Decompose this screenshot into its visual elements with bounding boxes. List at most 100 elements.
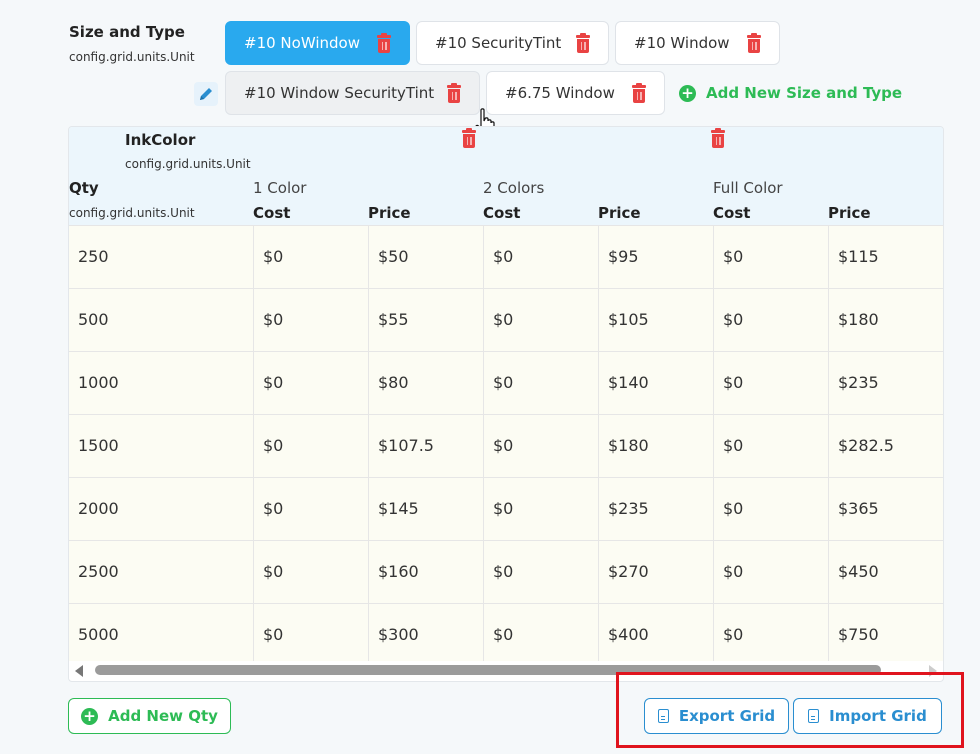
- cost-cell[interactable]: $0: [713, 226, 828, 288]
- column-header: Cost: [253, 204, 291, 222]
- cost-cell[interactable]: $0: [253, 415, 368, 477]
- cost-cell[interactable]: $0: [483, 541, 598, 603]
- price-cell[interactable]: $55: [368, 289, 483, 351]
- price-cell[interactable]: $235: [598, 478, 713, 540]
- chip-label: #10 Window: [634, 34, 730, 52]
- qty-subtitle: config.grid.units.Unit: [69, 206, 195, 220]
- size-type-chip[interactable]: #10 NoWindow: [225, 21, 410, 65]
- cost-cell[interactable]: $0: [253, 226, 368, 288]
- price-cell[interactable]: $50: [368, 226, 483, 288]
- chip-label: #10 NoWindow: [244, 34, 360, 52]
- group-header: Full Color: [713, 179, 783, 197]
- price-cell[interactable]: $365: [828, 478, 943, 540]
- cost-cell[interactable]: $0: [713, 541, 828, 603]
- column-header: Price: [598, 204, 641, 222]
- cost-cell[interactable]: $0: [483, 289, 598, 351]
- column-header: Cost: [713, 204, 751, 222]
- size-type-chip[interactable]: #10 SecurityTint: [416, 21, 609, 65]
- price-cell[interactable]: $450: [828, 541, 943, 603]
- add-qty-label: Add New Qty: [108, 707, 218, 725]
- qty-cell[interactable]: 2500: [69, 541, 253, 603]
- cost-cell[interactable]: $0: [713, 289, 828, 351]
- size-type-title: Size and Type: [69, 23, 185, 41]
- cost-cell[interactable]: $0: [483, 415, 598, 477]
- cost-cell[interactable]: $0: [483, 226, 598, 288]
- qty-cell[interactable]: 1000: [69, 352, 253, 414]
- group-header: 1 Color: [253, 179, 307, 197]
- table-row: 1500 $0 $107.5 $0 $180 $0 $282.5: [69, 414, 943, 477]
- qty-header: Qty: [69, 179, 99, 197]
- qty-cell[interactable]: 500: [69, 289, 253, 351]
- plus-circle-icon: +: [679, 84, 696, 102]
- trash-icon[interactable]: [711, 128, 726, 148]
- cost-cell[interactable]: $0: [713, 478, 828, 540]
- highlight-annotation: [616, 672, 964, 748]
- price-cell[interactable]: $105: [598, 289, 713, 351]
- trash-icon[interactable]: [462, 128, 476, 148]
- table-row: 2500 $0 $160 $0 $270 $0 $450: [69, 540, 943, 603]
- cost-cell[interactable]: $0: [253, 541, 368, 603]
- cost-cell[interactable]: $0: [483, 604, 598, 666]
- qty-cell[interactable]: 1500: [69, 415, 253, 477]
- price-cell[interactable]: $115: [828, 226, 943, 288]
- cost-cell[interactable]: $0: [253, 604, 368, 666]
- cost-cell[interactable]: $0: [713, 415, 828, 477]
- ink-color-title: InkColor: [125, 131, 196, 149]
- price-cell[interactable]: $750: [828, 604, 943, 666]
- column-header: Price: [828, 204, 871, 222]
- add-size-type-label: Add New Size and Type: [706, 84, 903, 102]
- grid-rows: 250 $0 $50 $0 $95 $0 $115 500 $0 $55 $0 …: [69, 225, 943, 666]
- trash-icon[interactable]: [576, 33, 590, 53]
- size-type-chip[interactable]: #10 Window SecurityTint: [225, 71, 480, 115]
- size-type-chip[interactable]: #6.75 Window: [486, 71, 665, 115]
- qty-cell[interactable]: 2000: [69, 478, 253, 540]
- price-cell[interactable]: $400: [598, 604, 713, 666]
- trash-icon[interactable]: [632, 83, 646, 103]
- column-header: Price: [368, 204, 411, 222]
- price-cell[interactable]: $300: [368, 604, 483, 666]
- price-cell[interactable]: $270: [598, 541, 713, 603]
- ink-color-subtitle: config.grid.units.Unit: [125, 157, 251, 171]
- trash-icon[interactable]: [377, 33, 391, 53]
- column-header: Cost: [483, 204, 521, 222]
- chip-label: #10 SecurityTint: [435, 34, 562, 52]
- cost-cell[interactable]: $0: [483, 478, 598, 540]
- price-grid: InkColor config.grid.units.Unit Qty conf…: [68, 126, 944, 682]
- qty-cell[interactable]: 250: [69, 226, 253, 288]
- cost-cell[interactable]: $0: [483, 352, 598, 414]
- table-row: 500 $0 $55 $0 $105 $0 $180: [69, 288, 943, 351]
- price-cell[interactable]: $235: [828, 352, 943, 414]
- size-type-subtitle: config.grid.units.Unit: [69, 50, 195, 64]
- price-cell[interactable]: $180: [828, 289, 943, 351]
- size-type-chip[interactable]: #10 Window: [615, 21, 780, 65]
- chip-label: #6.75 Window: [505, 84, 615, 102]
- price-cell[interactable]: $145: [368, 478, 483, 540]
- cost-cell[interactable]: $0: [253, 289, 368, 351]
- price-cell[interactable]: $282.5: [828, 415, 943, 477]
- price-cell[interactable]: $95: [598, 226, 713, 288]
- chip-label: #10 Window SecurityTint: [244, 84, 435, 102]
- table-row: 2000 $0 $145 $0 $235 $0 $365: [69, 477, 943, 540]
- qty-cell[interactable]: 5000: [69, 604, 253, 666]
- edit-button[interactable]: [194, 82, 218, 106]
- add-qty-button[interactable]: + Add New Qty: [68, 698, 231, 734]
- trash-icon[interactable]: [747, 33, 761, 53]
- price-cell[interactable]: $80: [368, 352, 483, 414]
- pencil-icon: [200, 88, 212, 100]
- table-row: 250 $0 $50 $0 $95 $0 $115: [69, 225, 943, 288]
- cost-cell[interactable]: $0: [253, 478, 368, 540]
- trash-icon[interactable]: [447, 83, 461, 103]
- cost-cell[interactable]: $0: [713, 604, 828, 666]
- price-cell[interactable]: $180: [598, 415, 713, 477]
- cost-cell[interactable]: $0: [253, 352, 368, 414]
- cost-cell[interactable]: $0: [713, 352, 828, 414]
- price-cell[interactable]: $107.5: [368, 415, 483, 477]
- add-size-type-button[interactable]: + Add New Size and Type: [679, 84, 902, 102]
- price-cell[interactable]: $140: [598, 352, 713, 414]
- grid-header: InkColor config.grid.units.Unit Qty conf…: [69, 127, 943, 225]
- price-cell[interactable]: $160: [368, 541, 483, 603]
- scroll-left-icon[interactable]: [75, 665, 83, 677]
- table-row: 1000 $0 $80 $0 $140 $0 $235: [69, 351, 943, 414]
- plus-circle-icon: +: [81, 707, 99, 725]
- table-row: 5000 $0 $300 $0 $400 $0 $750: [69, 603, 943, 666]
